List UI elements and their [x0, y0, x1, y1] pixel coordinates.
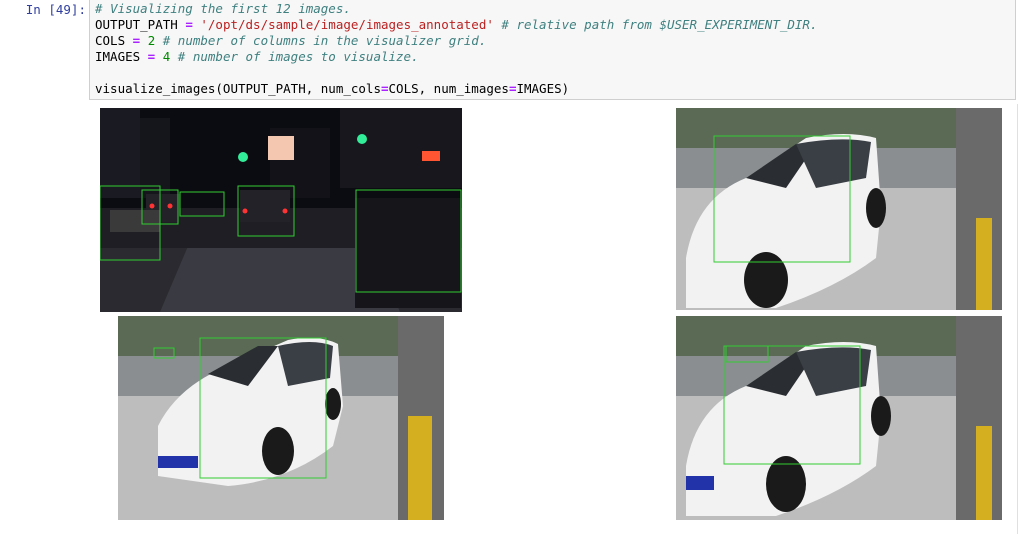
comment: # number of columns in the visualizer gr…: [155, 33, 487, 48]
car-1: [240, 190, 290, 222]
code-line-3: COLS = 2 # number of columns in the visu…: [95, 33, 1015, 49]
lit-sign: [268, 136, 294, 160]
comment: # Visualizing the first 12 images.: [95, 1, 351, 16]
yellow-barrier: [408, 416, 432, 520]
car-svg-1: [676, 108, 1002, 310]
code-cell-input[interactable]: # Visualizing the first 12 images. OUTPU…: [89, 0, 1016, 100]
green-light-2: [357, 134, 367, 144]
code-line-2: OUTPUT_PATH = '/opt/ds/sample/image/imag…: [95, 17, 1015, 33]
comment: # number of images to visualize.: [170, 49, 419, 64]
taillight: [282, 208, 288, 214]
output-border: [1017, 104, 1018, 534]
operator: =: [125, 33, 148, 48]
code-line-4: IMAGES = 4 # number of images to visuali…: [95, 49, 1015, 65]
operator: =: [177, 17, 201, 32]
variable: OUTPUT_PATH: [95, 17, 178, 32]
operator: =: [140, 49, 163, 64]
taillight: [167, 203, 173, 209]
license-plate: [686, 476, 714, 490]
rear-wheel: [866, 188, 886, 228]
license-plate: [158, 456, 198, 468]
building-left: [100, 108, 140, 198]
code-line-6: visualize_images(OUTPUT_PATH, num_cols=C…: [95, 81, 1015, 97]
comment: # relative path from $USER_EXPERIMENT_DI…: [493, 17, 818, 32]
yellow-barrier: [976, 426, 992, 520]
building-right: [340, 108, 462, 188]
car-svg-3: [676, 316, 1002, 520]
variable: IMAGES: [95, 49, 141, 64]
argument: IMAGES): [516, 81, 570, 96]
night-street-image: [100, 108, 462, 312]
night-street-svg: [100, 108, 462, 312]
rear-wheel: [871, 396, 891, 436]
car-left: [110, 210, 160, 232]
argument: COLS, num_images: [388, 81, 509, 96]
taillight: [242, 208, 248, 214]
operator: =: [380, 81, 389, 96]
white-car-image-1: [676, 108, 1002, 310]
function-call: visualize_images(OUTPUT_PATH, num_cols: [95, 81, 381, 96]
car-svg-2: [118, 316, 444, 520]
yellow-barrier: [976, 218, 992, 310]
taillight: [149, 203, 155, 209]
code-line-1: # Visualizing the first 12 images.: [95, 1, 1015, 17]
front-wheel: [744, 252, 788, 308]
white-car-image-3: [676, 316, 1002, 520]
cell-prompt: In [49]:: [25, 2, 86, 17]
green-light-1: [238, 152, 248, 162]
variable: COLS: [95, 33, 126, 48]
string-literal: '/opt/ds/sample/image/images_annotated': [200, 17, 494, 32]
front-wheel: [262, 427, 294, 475]
rear-wheel: [325, 388, 341, 420]
red-light: [422, 151, 440, 161]
white-car-image-2: [118, 316, 444, 520]
